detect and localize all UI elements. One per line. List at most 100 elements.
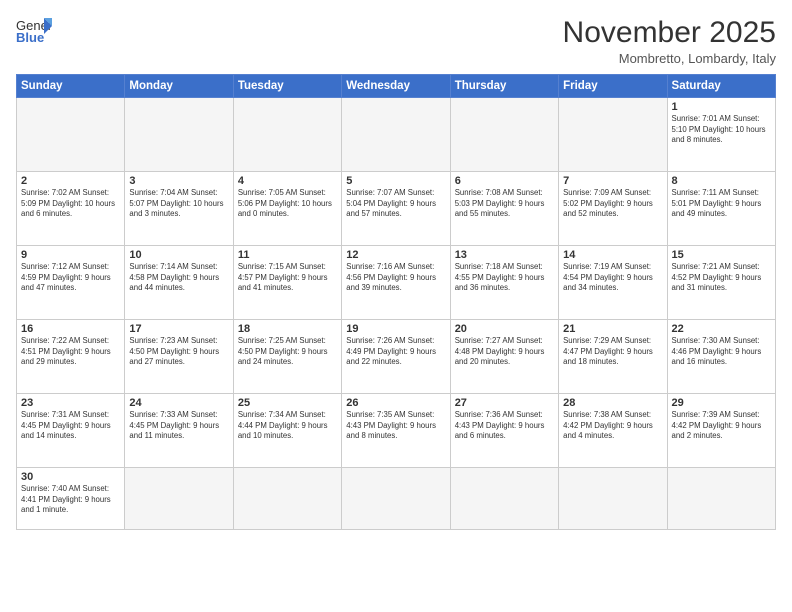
day-number: 21 (563, 323, 662, 335)
header: General Blue November 2025 Mombretto, Lo… (16, 16, 776, 66)
calendar-cell (125, 98, 233, 172)
day-info: Sunrise: 7:22 AM Sunset: 4:51 PM Dayligh… (21, 336, 120, 368)
day-number: 28 (563, 397, 662, 409)
calendar-cell: 9Sunrise: 7:12 AM Sunset: 4:59 PM Daylig… (17, 246, 125, 320)
day-info: Sunrise: 7:18 AM Sunset: 4:55 PM Dayligh… (455, 262, 554, 294)
day-info: Sunrise: 7:19 AM Sunset: 4:54 PM Dayligh… (563, 262, 662, 294)
day-number: 20 (455, 323, 554, 335)
day-info: Sunrise: 7:02 AM Sunset: 5:09 PM Dayligh… (21, 188, 120, 220)
location: Mombretto, Lombardy, Italy (563, 51, 776, 66)
day-number: 16 (21, 323, 120, 335)
calendar-cell (342, 98, 450, 172)
day-number: 12 (346, 249, 445, 261)
week-row-1: 1Sunrise: 7:01 AM Sunset: 5:10 PM Daylig… (17, 98, 776, 172)
week-row-4: 16Sunrise: 7:22 AM Sunset: 4:51 PM Dayli… (17, 320, 776, 394)
day-number: 24 (129, 397, 228, 409)
calendar-cell (125, 468, 233, 530)
calendar-cell: 24Sunrise: 7:33 AM Sunset: 4:45 PM Dayli… (125, 394, 233, 468)
day-number: 14 (563, 249, 662, 261)
page: General Blue November 2025 Mombretto, Lo… (0, 0, 792, 612)
day-number: 29 (672, 397, 771, 409)
day-number: 5 (346, 175, 445, 187)
header-saturday: Saturday (667, 75, 775, 98)
calendar-cell: 30Sunrise: 7:40 AM Sunset: 4:41 PM Dayli… (17, 468, 125, 530)
day-info: Sunrise: 7:26 AM Sunset: 4:49 PM Dayligh… (346, 336, 445, 368)
calendar-cell: 6Sunrise: 7:08 AM Sunset: 5:03 PM Daylig… (450, 172, 558, 246)
day-number: 8 (672, 175, 771, 187)
day-number: 3 (129, 175, 228, 187)
calendar-cell: 15Sunrise: 7:21 AM Sunset: 4:52 PM Dayli… (667, 246, 775, 320)
calendar-cell (342, 468, 450, 530)
calendar-cell: 14Sunrise: 7:19 AM Sunset: 4:54 PM Dayli… (559, 246, 667, 320)
day-info: Sunrise: 7:21 AM Sunset: 4:52 PM Dayligh… (672, 262, 771, 294)
calendar-cell: 11Sunrise: 7:15 AM Sunset: 4:57 PM Dayli… (233, 246, 341, 320)
header-friday: Friday (559, 75, 667, 98)
calendar-cell: 28Sunrise: 7:38 AM Sunset: 4:42 PM Dayli… (559, 394, 667, 468)
header-thursday: Thursday (450, 75, 558, 98)
week-row-6: 30Sunrise: 7:40 AM Sunset: 4:41 PM Dayli… (17, 468, 776, 530)
day-info: Sunrise: 7:39 AM Sunset: 4:42 PM Dayligh… (672, 410, 771, 442)
day-info: Sunrise: 7:07 AM Sunset: 5:04 PM Dayligh… (346, 188, 445, 220)
calendar-cell: 16Sunrise: 7:22 AM Sunset: 4:51 PM Dayli… (17, 320, 125, 394)
calendar-cell (667, 468, 775, 530)
header-wednesday: Wednesday (342, 75, 450, 98)
calendar-cell: 5Sunrise: 7:07 AM Sunset: 5:04 PM Daylig… (342, 172, 450, 246)
generalblue-logo-icon: General Blue (16, 16, 52, 44)
day-number: 4 (238, 175, 337, 187)
calendar-cell: 23Sunrise: 7:31 AM Sunset: 4:45 PM Dayli… (17, 394, 125, 468)
day-info: Sunrise: 7:25 AM Sunset: 4:50 PM Dayligh… (238, 336, 337, 368)
day-number: 1 (672, 101, 771, 113)
week-row-3: 9Sunrise: 7:12 AM Sunset: 4:59 PM Daylig… (17, 246, 776, 320)
day-number: 9 (21, 249, 120, 261)
day-info: Sunrise: 7:01 AM Sunset: 5:10 PM Dayligh… (672, 114, 771, 146)
calendar-cell: 26Sunrise: 7:35 AM Sunset: 4:43 PM Dayli… (342, 394, 450, 468)
day-number: 17 (129, 323, 228, 335)
calendar-cell: 27Sunrise: 7:36 AM Sunset: 4:43 PM Dayli… (450, 394, 558, 468)
calendar-cell: 22Sunrise: 7:30 AM Sunset: 4:46 PM Dayli… (667, 320, 775, 394)
day-number: 19 (346, 323, 445, 335)
calendar-cell (233, 468, 341, 530)
calendar-cell (450, 468, 558, 530)
day-number: 10 (129, 249, 228, 261)
day-info: Sunrise: 7:23 AM Sunset: 4:50 PM Dayligh… (129, 336, 228, 368)
day-info: Sunrise: 7:40 AM Sunset: 4:41 PM Dayligh… (21, 484, 120, 516)
day-info: Sunrise: 7:27 AM Sunset: 4:48 PM Dayligh… (455, 336, 554, 368)
day-info: Sunrise: 7:05 AM Sunset: 5:06 PM Dayligh… (238, 188, 337, 220)
day-info: Sunrise: 7:36 AM Sunset: 4:43 PM Dayligh… (455, 410, 554, 442)
header-tuesday: Tuesday (233, 75, 341, 98)
svg-text:Blue: Blue (16, 30, 44, 44)
day-number: 23 (21, 397, 120, 409)
calendar-cell: 20Sunrise: 7:27 AM Sunset: 4:48 PM Dayli… (450, 320, 558, 394)
day-info: Sunrise: 7:33 AM Sunset: 4:45 PM Dayligh… (129, 410, 228, 442)
day-info: Sunrise: 7:29 AM Sunset: 4:47 PM Dayligh… (563, 336, 662, 368)
calendar-cell (559, 98, 667, 172)
calendar-cell: 29Sunrise: 7:39 AM Sunset: 4:42 PM Dayli… (667, 394, 775, 468)
calendar-cell (17, 98, 125, 172)
day-info: Sunrise: 7:30 AM Sunset: 4:46 PM Dayligh… (672, 336, 771, 368)
calendar-cell: 17Sunrise: 7:23 AM Sunset: 4:50 PM Dayli… (125, 320, 233, 394)
logo: General Blue (16, 16, 52, 44)
day-number: 26 (346, 397, 445, 409)
day-info: Sunrise: 7:15 AM Sunset: 4:57 PM Dayligh… (238, 262, 337, 294)
day-info: Sunrise: 7:34 AM Sunset: 4:44 PM Dayligh… (238, 410, 337, 442)
calendar-cell: 1Sunrise: 7:01 AM Sunset: 5:10 PM Daylig… (667, 98, 775, 172)
calendar-cell: 7Sunrise: 7:09 AM Sunset: 5:02 PM Daylig… (559, 172, 667, 246)
week-row-5: 23Sunrise: 7:31 AM Sunset: 4:45 PM Dayli… (17, 394, 776, 468)
week-row-2: 2Sunrise: 7:02 AM Sunset: 5:09 PM Daylig… (17, 172, 776, 246)
calendar-cell: 10Sunrise: 7:14 AM Sunset: 4:58 PM Dayli… (125, 246, 233, 320)
day-info: Sunrise: 7:08 AM Sunset: 5:03 PM Dayligh… (455, 188, 554, 220)
calendar-cell: 18Sunrise: 7:25 AM Sunset: 4:50 PM Dayli… (233, 320, 341, 394)
calendar-cell (233, 98, 341, 172)
day-number: 25 (238, 397, 337, 409)
day-number: 11 (238, 249, 337, 261)
day-info: Sunrise: 7:11 AM Sunset: 5:01 PM Dayligh… (672, 188, 771, 220)
day-number: 30 (21, 471, 120, 483)
day-info: Sunrise: 7:31 AM Sunset: 4:45 PM Dayligh… (21, 410, 120, 442)
calendar-cell (559, 468, 667, 530)
calendar-cell: 19Sunrise: 7:26 AM Sunset: 4:49 PM Dayli… (342, 320, 450, 394)
day-number: 2 (21, 175, 120, 187)
weekday-header-row: Sunday Monday Tuesday Wednesday Thursday… (17, 75, 776, 98)
calendar-cell: 12Sunrise: 7:16 AM Sunset: 4:56 PM Dayli… (342, 246, 450, 320)
title-block: November 2025 Mombretto, Lombardy, Italy (563, 16, 776, 66)
calendar: Sunday Monday Tuesday Wednesday Thursday… (16, 74, 776, 530)
